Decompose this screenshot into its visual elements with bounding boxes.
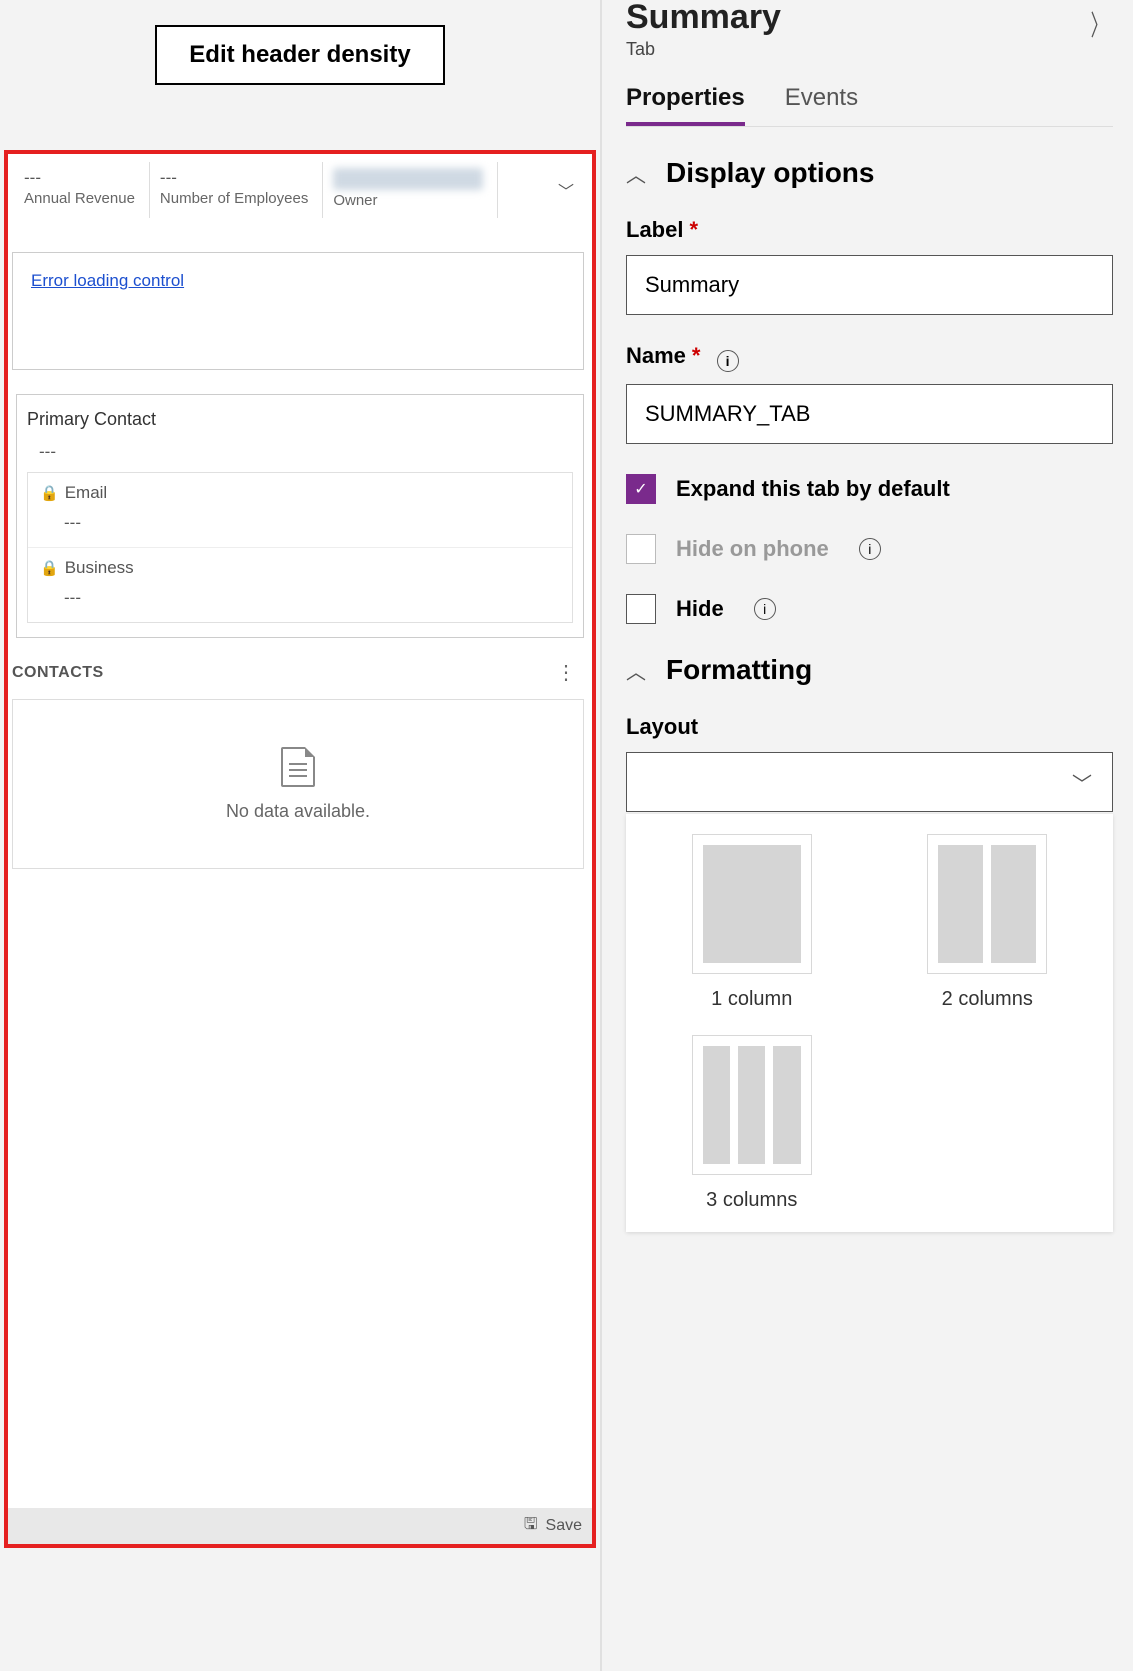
panel-subtitle: Tab [626, 39, 781, 60]
info-icon[interactable]: i [717, 350, 739, 372]
label-field-label: Label [626, 217, 683, 242]
tab-events[interactable]: Events [785, 84, 858, 126]
expand-default-label: Expand this tab by default [676, 476, 950, 502]
required-indicator: * [689, 217, 698, 242]
header-label: Number of Employees [160, 190, 308, 207]
header-field-annual-revenue[interactable]: --- Annual Revenue [14, 162, 150, 218]
document-icon [281, 747, 315, 787]
save-icon[interactable]: 🖫 [524, 1513, 538, 1540]
contacts-empty-state: No data available. [12, 699, 584, 869]
owner-blurred-value [333, 168, 483, 190]
error-loading-link[interactable]: Error loading control [31, 271, 184, 290]
layout-option-3col[interactable]: 3 columns [646, 1035, 858, 1212]
header-value: --- [160, 168, 308, 188]
form-header: --- Annual Revenue --- Number of Employe… [8, 154, 592, 222]
layout-label: Layout [626, 714, 1113, 740]
field-email[interactable]: 🔒 Email --- [28, 473, 572, 548]
layout-caption: 2 columns [942, 988, 1033, 1011]
chevron-right-icon[interactable]: 〉 [1091, 4, 1108, 44]
tab-properties[interactable]: Properties [626, 84, 745, 126]
header-label: Annual Revenue [24, 190, 135, 207]
display-options-heading: Display options [666, 157, 874, 189]
contacts-section-heading: CONTACTS [12, 664, 104, 682]
chevron-down-icon[interactable]: ﹀ [546, 162, 586, 218]
hide-on-phone-checkbox [626, 534, 656, 564]
expand-default-checkbox[interactable]: ✓ [626, 474, 656, 504]
footer-bar: 🖫 Save [8, 1508, 592, 1544]
more-icon[interactable]: ⋮ [556, 660, 582, 685]
hide-checkbox[interactable] [626, 594, 656, 624]
properties-panel: Summary Tab 〉 Properties Events ︿ Displa… [600, 0, 1133, 1671]
header-field-owner[interactable]: Owner [323, 162, 498, 218]
hide-on-phone-label: Hide on phone [676, 536, 829, 562]
layout-option-1col[interactable]: 1 column [646, 834, 858, 1011]
edit-header-density-button[interactable]: Edit header density [155, 25, 444, 85]
name-field-label: Name [626, 343, 686, 368]
layout-option-2col[interactable]: 2 columns [882, 834, 1094, 1011]
field-label: Business [65, 558, 134, 578]
layout-caption: 3 columns [706, 1189, 797, 1212]
info-icon[interactable]: i [859, 538, 881, 560]
hide-label: Hide [676, 596, 724, 622]
header-field-employees[interactable]: --- Number of Employees [150, 162, 323, 218]
save-label[interactable]: Save [546, 1517, 582, 1535]
layout-caption: 1 column [711, 988, 792, 1011]
layout-select[interactable]: ﹀ [626, 752, 1113, 812]
lock-icon: 🔒 [40, 559, 59, 577]
field-value: --- [64, 588, 560, 608]
header-value: --- [24, 168, 135, 188]
info-icon[interactable]: i [754, 598, 776, 620]
required-indicator: * [692, 343, 701, 368]
chevron-up-icon[interactable]: ︿ [626, 159, 646, 188]
formatting-heading: Formatting [666, 654, 812, 686]
empty-text: No data available. [226, 801, 370, 822]
layout-options-popup: 1 column 2 columns 3 columns [626, 814, 1113, 1232]
panel-title: Summary [626, 0, 781, 37]
label-input[interactable] [626, 255, 1113, 315]
chevron-down-icon: ﹀ [1072, 768, 1092, 797]
field-label: Email [65, 483, 108, 503]
lock-icon: 🔒 [40, 484, 59, 502]
primary-contact-card[interactable]: Primary Contact --- 🔒 Email --- 🔒 Business… [16, 394, 584, 638]
field-business[interactable]: 🔒 Business --- [28, 548, 572, 622]
form-canvas: --- Annual Revenue --- Number of Employe… [4, 150, 596, 1548]
chevron-up-icon[interactable]: ︿ [626, 656, 646, 685]
control-error-box: Error loading control [12, 252, 584, 370]
field-value: --- [64, 513, 560, 533]
primary-contact-value: --- [39, 442, 573, 462]
header-label: Owner [333, 192, 483, 209]
name-input[interactable] [626, 384, 1113, 444]
primary-contact-label: Primary Contact [27, 409, 573, 430]
